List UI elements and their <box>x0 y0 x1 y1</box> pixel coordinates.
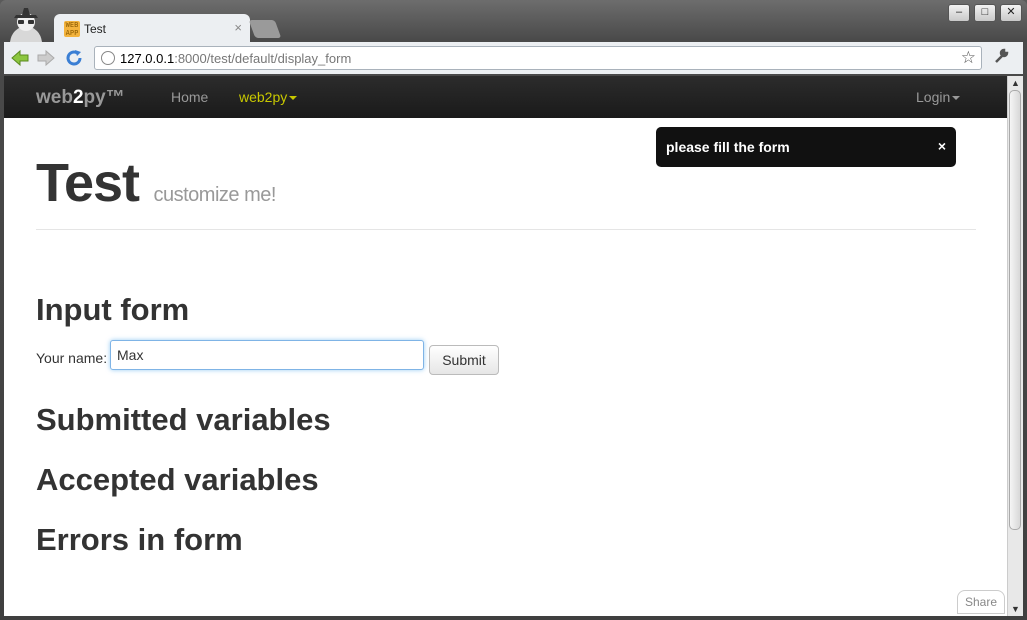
url-host: 127.0.0.1 <box>120 51 175 66</box>
submit-button[interactable]: Submit <box>429 345 499 375</box>
forward-button[interactable] <box>36 48 56 68</box>
incognito-icon <box>6 6 46 44</box>
web2py-favicon-icon: WEB APP <box>64 21 80 37</box>
nav-login-label: Login <box>916 89 951 105</box>
back-button[interactable] <box>10 48 30 68</box>
url-path: :8000/test/default/display_form <box>174 51 352 66</box>
brand-suffix: py™ <box>83 87 125 108</box>
reload-icon <box>66 50 82 66</box>
scroll-up-icon[interactable]: ▲ <box>1011 78 1020 88</box>
input-form-heading: Input form <box>36 292 190 327</box>
wrench-menu-icon[interactable] <box>993 48 1009 68</box>
top-navbar: web2py™ Home web2py Login <box>4 76 1007 118</box>
name-label: Your name: <box>36 350 108 366</box>
accepted-variables-heading: Accepted variables <box>36 462 319 497</box>
bookmark-star-icon[interactable]: ☆ <box>961 48 976 68</box>
brand-bold: 2 <box>72 87 84 108</box>
reload-button[interactable] <box>64 48 84 68</box>
caret-down-icon <box>289 96 298 101</box>
address-bar[interactable]: 127.0.0.1:8000/test/default/display_form… <box>94 46 982 70</box>
scroll-down-icon[interactable]: ▼ <box>1011 604 1020 614</box>
flash-close-icon[interactable]: × <box>938 138 946 154</box>
caret-down-icon <box>952 96 961 101</box>
page-subtitle: customize me! <box>153 184 276 206</box>
url-text: 127.0.0.1:8000/test/default/display_form <box>120 51 351 66</box>
tab-close-icon[interactable]: × <box>234 20 242 35</box>
share-button[interactable]: Share <box>957 590 1005 614</box>
forward-arrow-icon <box>37 49 55 67</box>
tab-test[interactable]: WEB APP Test × <box>54 14 250 44</box>
globe-icon <box>101 51 115 65</box>
brand-prefix: web <box>36 87 73 108</box>
header-divider <box>36 229 976 230</box>
minimize-button[interactable]: – <box>948 4 970 22</box>
nav-login-dropdown[interactable]: Login <box>916 89 961 105</box>
submitted-variables-heading: Submitted variables <box>36 402 331 437</box>
vertical-scrollbar[interactable]: ▲ ▼ <box>1007 76 1023 616</box>
flash-text: please fill the form <box>666 139 790 155</box>
page-viewport: web2py™ Home web2py Login please fill th… <box>4 76 1007 616</box>
browser-toolbar: 127.0.0.1:8000/test/default/display_form… <box>4 42 1023 74</box>
nav-web2py-label: web2py <box>239 89 288 105</box>
errors-heading: Errors in form <box>36 522 243 557</box>
tab-title: Test <box>84 22 107 36</box>
scroll-thumb[interactable] <box>1009 90 1021 530</box>
nav-home-link[interactable]: Home <box>171 89 208 105</box>
new-tab-button[interactable] <box>248 20 282 38</box>
nav-web2py-dropdown[interactable]: web2py <box>239 89 298 105</box>
page-header: Test customize me! <box>36 152 276 214</box>
brand-logo[interactable]: web2py™ <box>36 87 125 109</box>
close-window-button[interactable]: ✕ <box>1000 4 1022 22</box>
name-input[interactable] <box>110 340 424 370</box>
maximize-button[interactable]: □ <box>974 4 996 22</box>
page-title: Test <box>36 153 140 213</box>
flash-message: please fill the form × <box>656 127 956 167</box>
back-arrow-icon <box>11 49 29 67</box>
